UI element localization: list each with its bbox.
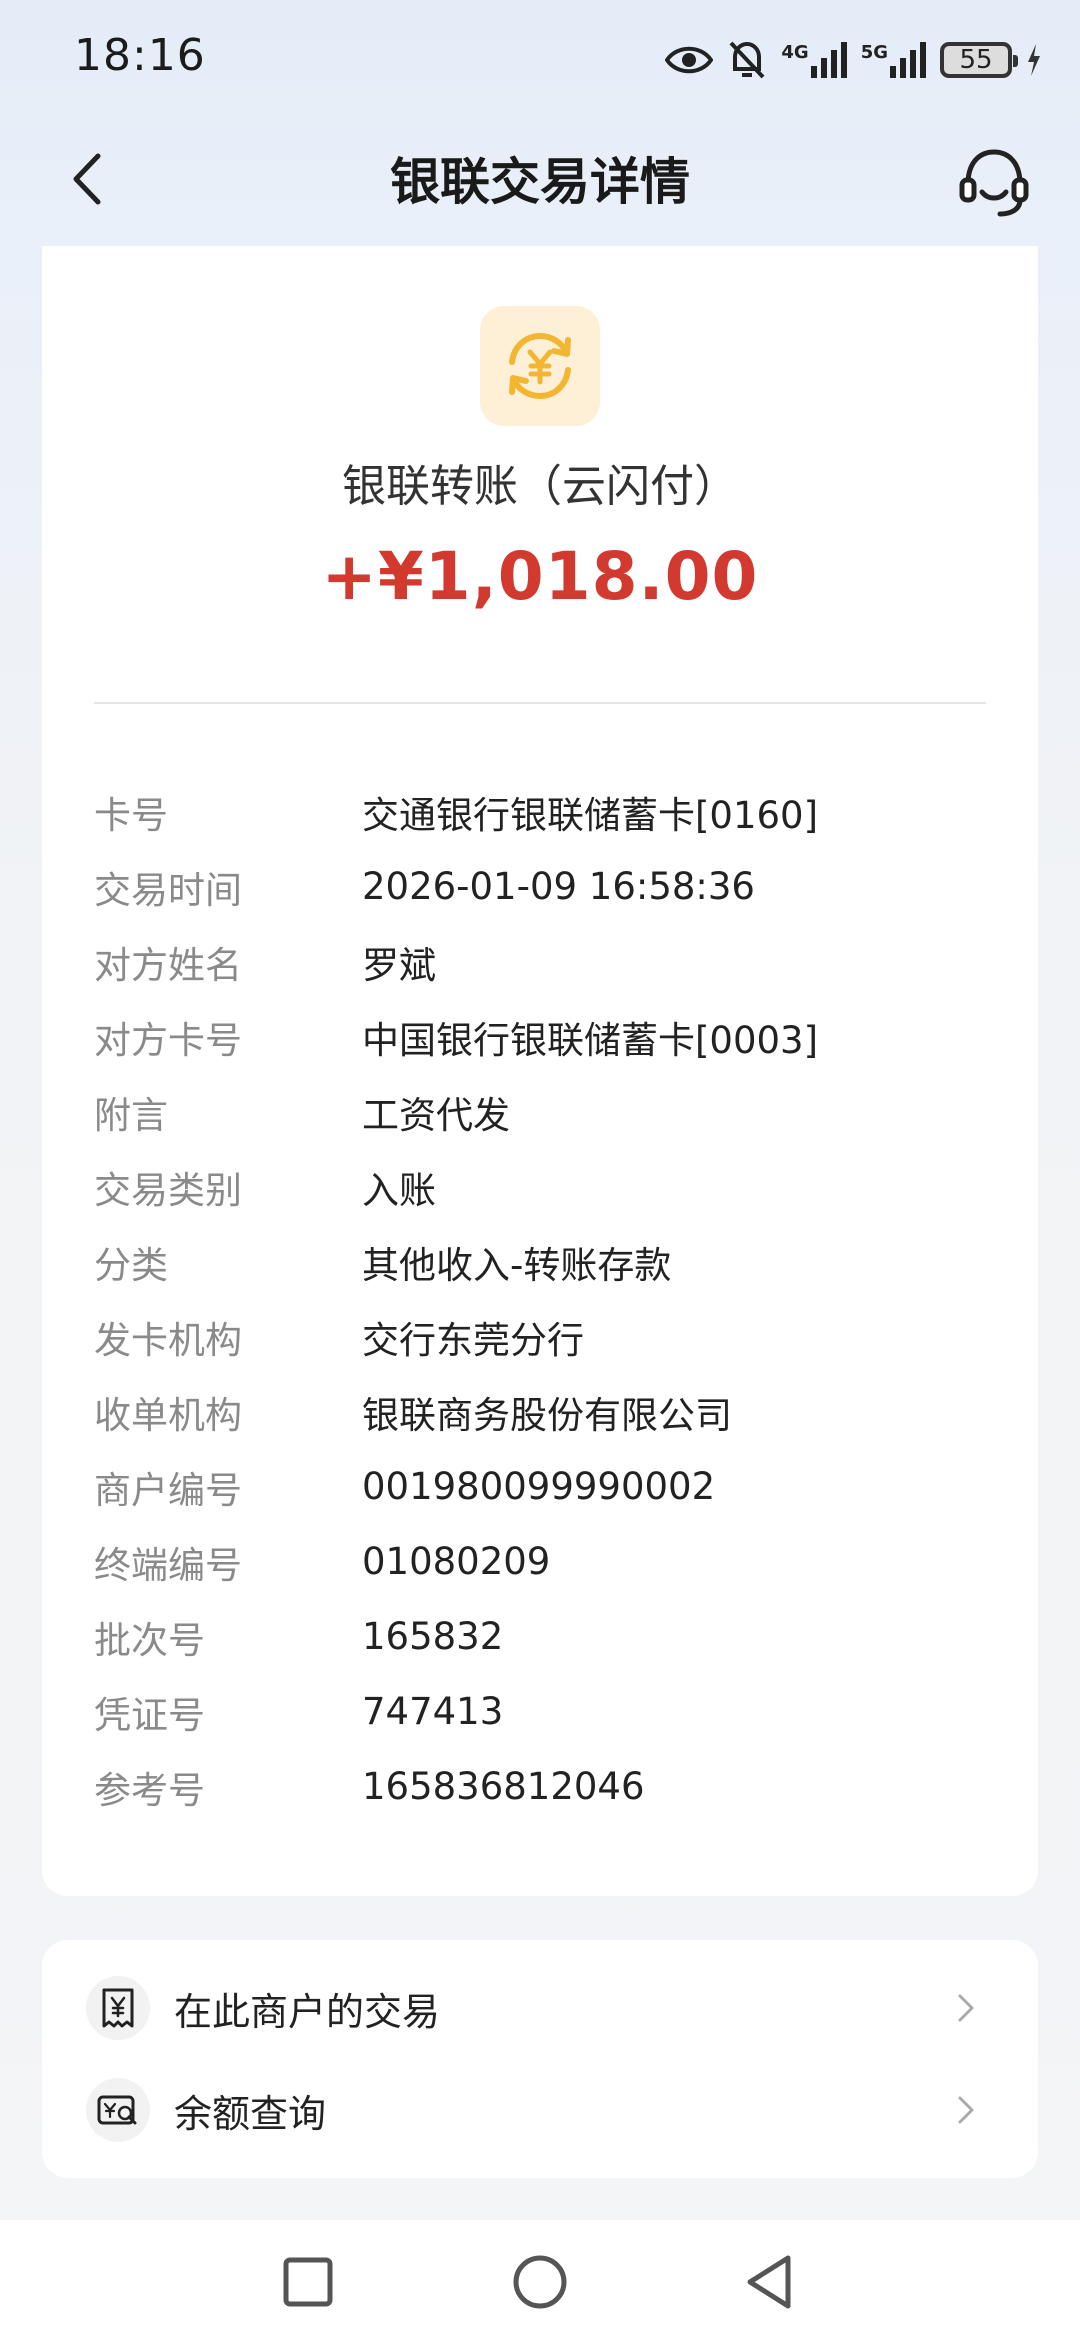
detail-row-batch-number: 批次号 165832 — [94, 1599, 994, 1674]
chevron-right-icon — [958, 2096, 974, 2124]
detail-label: 交易时间 — [94, 868, 242, 912]
home-button[interactable] — [510, 2252, 570, 2312]
page-title: 银联交易详情 — [390, 153, 690, 211]
network-label-4g: 4G — [781, 42, 809, 63]
receipt-yuan-icon — [86, 1976, 150, 2040]
screen: 18:16 4G 5G 55 银联交易详情 银联转账（云闪付） +¥1,018.… — [0, 0, 1080, 2340]
detail-row-issuer: 发卡机构 交行东莞分行 — [94, 1299, 994, 1374]
transaction-card: 银联转账（云闪付） +¥1,018.00 卡号 交通银行银联储蓄卡[0160] … — [42, 246, 1038, 1896]
detail-label: 批次号 — [94, 1618, 205, 1662]
detail-value: 中国银行银联储蓄卡[0003] — [362, 1018, 819, 1062]
detail-label: 发卡机构 — [94, 1318, 242, 1362]
transaction-type: 银联转账（云闪付） — [342, 461, 738, 512]
transaction-amount: +¥1,018.00 — [321, 538, 759, 615]
detail-row-time: 交易时间 2026-01-09 16:58:36 — [94, 849, 994, 924]
detail-value: 交通银行银联储蓄卡[0160] — [362, 793, 819, 837]
detail-label: 参考号 — [94, 1768, 205, 1812]
detail-label: 终端编号 — [94, 1543, 242, 1587]
detail-list: 卡号 交通银行银联储蓄卡[0160] 交易时间 2026-01-09 16:58… — [94, 774, 994, 1824]
merchant-transactions-row[interactable]: 在此商户的交易 — [42, 1958, 1038, 2058]
balance-inquiry-row[interactable]: 余额查询 — [42, 2060, 1038, 2160]
detail-label: 商户编号 — [94, 1468, 242, 1512]
signal-4g-icon: 4G — [781, 42, 847, 78]
detail-value: 165832 — [362, 1615, 504, 1658]
detail-value: 747413 — [362, 1690, 504, 1733]
detail-row-classification: 分类 其他收入-转账存款 — [94, 1224, 994, 1299]
battery-icon: 55 — [940, 42, 1018, 78]
detail-row-counterparty-card: 对方卡号 中国银行银联储蓄卡[0003] — [94, 999, 994, 1074]
yuan-exchange-icon — [480, 306, 600, 426]
detail-row-acquirer: 收单机构 银联商务股份有限公司 — [94, 1374, 994, 1449]
chevron-right-icon — [958, 1994, 974, 2022]
detail-row-card-number: 卡号 交通银行银联储蓄卡[0160] — [94, 774, 994, 849]
detail-row-terminal-id: 终端编号 01080209 — [94, 1524, 994, 1599]
signal-5g-icon: 5G — [861, 42, 926, 78]
charging-icon — [1026, 44, 1042, 76]
system-nav-bar — [0, 2220, 1080, 2340]
nav-bar: 银联交易详情 — [0, 120, 1080, 246]
action-label: 在此商户的交易 — [174, 1989, 441, 2034]
eye-icon — [665, 43, 714, 77]
recent-apps-button[interactable] — [278, 2252, 338, 2312]
detail-row-category-type: 交易类别 入账 — [94, 1149, 994, 1224]
detail-value: 165836812046 — [362, 1765, 645, 1808]
detail-label: 分类 — [94, 1243, 168, 1287]
circle-icon — [513, 2255, 567, 2309]
headset-icon — [959, 149, 1029, 217]
detail-value: 入账 — [362, 1168, 436, 1212]
detail-row-counterparty-name: 对方姓名 罗斌 — [94, 924, 994, 999]
detail-value: 罗斌 — [362, 943, 436, 987]
customer-service-button[interactable] — [952, 140, 1036, 224]
detail-label: 卡号 — [94, 793, 168, 837]
system-back-button[interactable] — [740, 2252, 800, 2312]
triangle-back-icon — [747, 2255, 791, 2309]
detail-row-voucher-number: 凭证号 747413 — [94, 1674, 994, 1749]
detail-row-merchant-id: 商户编号 001980099990002 — [94, 1449, 994, 1524]
detail-label: 凭证号 — [94, 1693, 205, 1737]
balance-search-icon — [86, 2078, 150, 2142]
divider — [94, 702, 986, 704]
network-label-5g: 5G — [860, 42, 888, 63]
status-icons: 4G 5G 55 — [665, 36, 1042, 84]
status-time: 18:16 — [74, 30, 206, 81]
detail-value: 交行东莞分行 — [362, 1318, 584, 1362]
detail-label: 附言 — [94, 1093, 168, 1137]
actions-card: 在此商户的交易 余额查询 — [42, 1940, 1038, 2178]
detail-label: 对方姓名 — [94, 943, 242, 987]
detail-value: 工资代发 — [362, 1093, 510, 1137]
status-bar: 18:16 4G 5G 55 — [0, 0, 1080, 120]
battery-level: 55 — [959, 45, 993, 75]
detail-value: 001980099990002 — [362, 1465, 716, 1508]
detail-value: 银联商务股份有限公司 — [362, 1393, 732, 1437]
detail-label: 收单机构 — [94, 1393, 242, 1437]
detail-value: 01080209 — [362, 1540, 551, 1583]
detail-label: 对方卡号 — [94, 1018, 242, 1062]
detail-value: 2026-01-09 16:58:36 — [362, 865, 755, 908]
detail-row-memo: 附言 工资代发 — [94, 1074, 994, 1149]
detail-value: 其他收入-转账存款 — [362, 1243, 672, 1287]
action-label: 余额查询 — [174, 2091, 327, 2136]
square-icon — [283, 2257, 333, 2307]
detail-label: 交易类别 — [94, 1168, 242, 1212]
mute-bell-icon — [727, 39, 767, 81]
detail-row-reference-number: 参考号 165836812046 — [94, 1749, 994, 1824]
